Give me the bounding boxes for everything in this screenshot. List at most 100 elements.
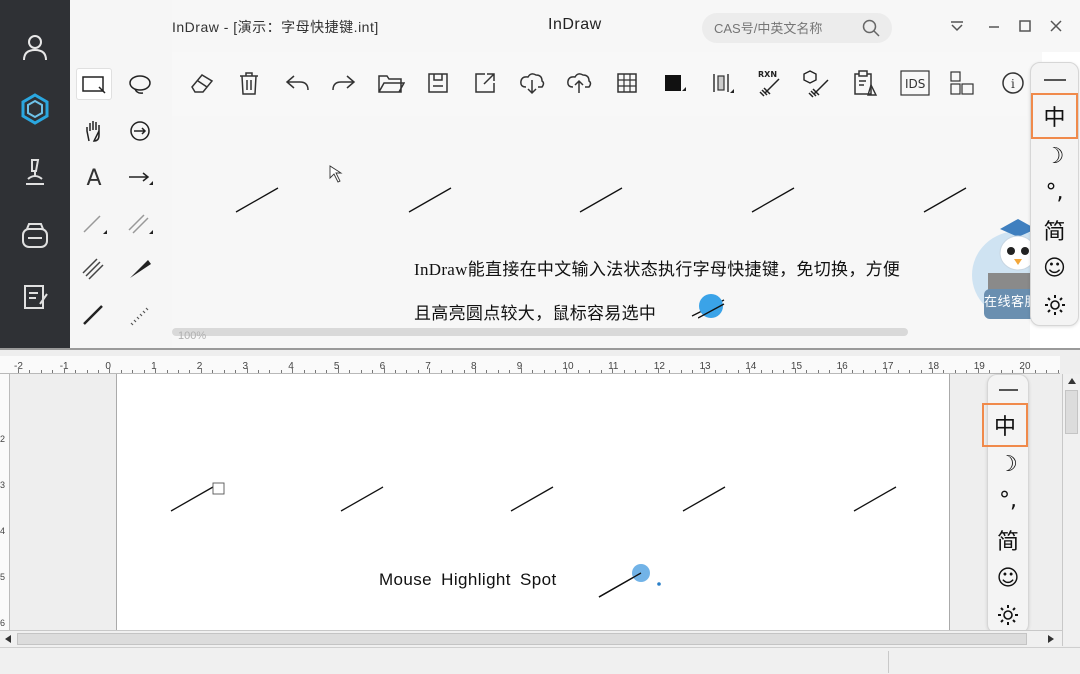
single-bond-tool-icon[interactable] (76, 208, 112, 240)
align-icon[interactable] (707, 68, 737, 98)
ruler-label: 12 (653, 361, 665, 372)
ruler-tick (246, 368, 248, 373)
ime-settings-gear-icon[interactable] (1031, 289, 1078, 321)
atom-hover-box (212, 482, 225, 495)
hand-pan-tool-icon[interactable] (76, 115, 112, 147)
hashed-bond-tool-icon[interactable] (122, 298, 158, 330)
redo-icon[interactable] (329, 68, 359, 98)
scroll-left-icon[interactable] (3, 634, 13, 644)
highlight-spot-large[interactable] (698, 292, 728, 322)
ime-chinese-mode-button[interactable]: 中 (1031, 93, 1078, 139)
element-table-icon[interactable] (947, 68, 977, 98)
cloud-download-icon[interactable] (517, 68, 547, 98)
molecule-logo-icon[interactable] (18, 92, 52, 126)
eraser-icon[interactable] (187, 68, 217, 98)
ime-minimize-icon[interactable] (999, 389, 1018, 391)
ruler-tick (977, 368, 979, 373)
ime-settings-gear-icon[interactable] (988, 599, 1028, 631)
notes-icon[interactable] (18, 280, 52, 314)
lasso-tool-icon[interactable] (122, 68, 158, 100)
document-title: InDraw - [演示：字母快捷键.int] (172, 19, 379, 35)
ruler-label: 18 (928, 361, 940, 372)
ime-punctuation-button[interactable]: °, (988, 483, 1028, 517)
color-picker-icon[interactable] (659, 68, 689, 98)
text-tool-icon[interactable]: A (76, 162, 112, 194)
ruler-tick (874, 370, 876, 373)
ruler-tick (497, 370, 499, 373)
top-drawing-canvas[interactable]: InDraw能直接在中文输入法状态执行字母快捷键，免切换，方便 且高亮圆点较大，… (172, 116, 1030, 348)
ime-fullwidth-moon-icon[interactable]: ☽ (1031, 139, 1078, 173)
horizontal-ruler: -2 -1 0 1 2 3 4 5 6 7 8 9 10 11 12 13 14 15 16 17 18 19 20 (0, 356, 1060, 374)
export-icon[interactable] (470, 68, 500, 98)
ruler-tick (1011, 370, 1013, 373)
user-icon[interactable] (18, 30, 52, 64)
ime-fullwidth-moon-icon[interactable]: ☽ (988, 447, 1028, 481)
search-input[interactable] (714, 18, 864, 38)
search-box[interactable] (702, 13, 892, 43)
close-button[interactable] (1046, 16, 1066, 36)
ruler-tick (657, 368, 659, 373)
microscope-icon[interactable] (18, 155, 52, 189)
mouse-highlight-label: Mouse Highlight Spot (379, 570, 557, 589)
vertical-scrollbar[interactable] (1062, 374, 1080, 646)
ruler-tick (452, 370, 454, 373)
ime-emoji-icon[interactable]: ☺ (1031, 251, 1078, 285)
ime-punctuation-button[interactable]: °, (1031, 175, 1078, 209)
ruler-tick (303, 370, 305, 373)
ime-minimize-icon[interactable] (1044, 79, 1066, 81)
select-rectangle-tool-icon[interactable] (76, 68, 112, 100)
vertical-ruler-label: 6 (0, 618, 6, 628)
ruler-tick (280, 370, 282, 373)
undo-icon[interactable] (282, 68, 312, 98)
ruler-tick (726, 370, 728, 373)
info-icon[interactable]: i (998, 68, 1028, 98)
ime-simplified-button[interactable]: 简 (988, 521, 1028, 559)
ruler-tick (634, 370, 636, 373)
ruler-tick (817, 370, 819, 373)
grid-icon[interactable] (612, 68, 642, 98)
app-title: InDraw (548, 16, 602, 33)
clipboard-chemistry-icon[interactable] (850, 68, 880, 98)
save-icon[interactable] (423, 68, 453, 98)
rotate-tool-icon[interactable] (122, 115, 158, 147)
ruler-tick (1000, 370, 1002, 373)
cloud-upload-icon[interactable] (564, 68, 594, 98)
ruler-tick (897, 370, 899, 373)
ruler-label: 17 (882, 361, 894, 372)
triple-bond-tool-icon[interactable] (76, 252, 112, 284)
double-bond-tool-icon[interactable] (122, 208, 158, 240)
ime-emoji-icon[interactable]: ☺ (988, 561, 1028, 595)
arrow-tool-icon[interactable] (122, 162, 158, 194)
horizontal-scroll-thumb[interactable] (17, 633, 1027, 645)
molecule-clean-icon[interactable] (802, 68, 832, 98)
search-icon[interactable] (862, 19, 880, 37)
ruler-tick (794, 368, 796, 373)
ids-button[interactable]: IDS (899, 68, 931, 98)
ruler-tick (417, 370, 419, 373)
svg-text:RXN: RXN (758, 70, 777, 79)
bold-bond-tool-icon[interactable] (76, 298, 112, 330)
open-folder-icon[interactable] (376, 68, 406, 98)
ruler-tick (120, 370, 122, 373)
minimize-button[interactable] (984, 16, 1004, 36)
vertical-scroll-thumb[interactable] (1065, 390, 1078, 434)
ruler-tick (212, 370, 214, 373)
bottom-drawing-page[interactable]: Mouse Highlight Spot (116, 374, 950, 630)
ruler-tick (143, 370, 145, 373)
scroll-right-icon[interactable] (1046, 634, 1056, 644)
title-bar: InDraw - [演示：字母快捷键.int] InDraw (172, 0, 1080, 52)
ruler-tick (714, 370, 716, 373)
menu-dropdown-icon[interactable] (947, 16, 967, 36)
ime-chinese-mode-button[interactable]: 中 (982, 403, 1028, 447)
ruler-tick (1057, 370, 1059, 373)
scroll-up-icon[interactable] (1067, 376, 1077, 386)
ruler-tick (669, 370, 671, 373)
ime-simplified-button[interactable]: 简 (1031, 211, 1078, 249)
wedge-bond-tool-icon[interactable] (122, 252, 158, 284)
horizontal-scrollbar[interactable] (0, 630, 1062, 647)
maximize-button[interactable] (1015, 16, 1035, 36)
trash-icon[interactable] (234, 68, 264, 98)
reactor-icon[interactable] (18, 220, 52, 254)
top-horizontal-scrollbar[interactable] (172, 328, 908, 336)
reaction-clean-icon[interactable]: RXN (755, 68, 785, 98)
